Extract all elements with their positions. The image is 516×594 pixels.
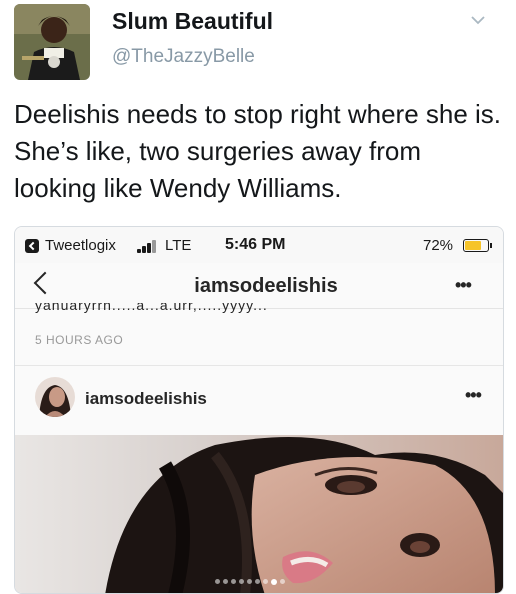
time-ago: 5 HOURS AGO — [35, 333, 124, 347]
display-name[interactable]: Slum Beautiful — [112, 8, 273, 35]
chevron-down-icon[interactable] — [470, 12, 486, 28]
back-app-label: Tweetlogix — [45, 237, 116, 254]
more-dots-icon[interactable]: ••• — [455, 275, 472, 296]
battery-percent: 72% — [423, 237, 454, 254]
battery-tip — [490, 243, 492, 248]
carousel-dot — [271, 578, 277, 585]
battery-icon — [463, 239, 489, 252]
divider — [15, 365, 503, 366]
post-more-icon[interactable]: ••• — [465, 385, 482, 406]
carousel-indicator — [215, 573, 288, 585]
status-time: 5:46 PM — [225, 236, 286, 253]
tweet-text: Deelishis needs to stop right where she … — [14, 99, 502, 203]
post-username[interactable]: iamsodeelishis — [85, 389, 207, 409]
status-bar: Tweetlogix LTE 5:46 PM 72% — [15, 227, 503, 263]
cut-off-caption: yanuaryrrn.....a...a.urr,.....yyyy... — [35, 303, 355, 317]
network-label: LTE — [165, 237, 192, 254]
user-handle[interactable]: @TheJazzyBelle — [112, 46, 255, 68]
nav-title: iamsodeelishis — [194, 275, 338, 297]
embedded-screenshot[interactable]: Tweetlogix LTE 5:46 PM 72% iamsodeelishi… — [14, 226, 504, 594]
post-photo[interactable] — [15, 435, 503, 593]
cut-off-caption-text: yanuaryrrn.....a...a.urr,.....yyyy... — [35, 303, 268, 313]
back-to-app-icon — [25, 239, 39, 253]
avatar[interactable] — [14, 4, 90, 80]
post-avatar[interactable] — [35, 377, 75, 417]
signal-icon — [137, 239, 161, 253]
